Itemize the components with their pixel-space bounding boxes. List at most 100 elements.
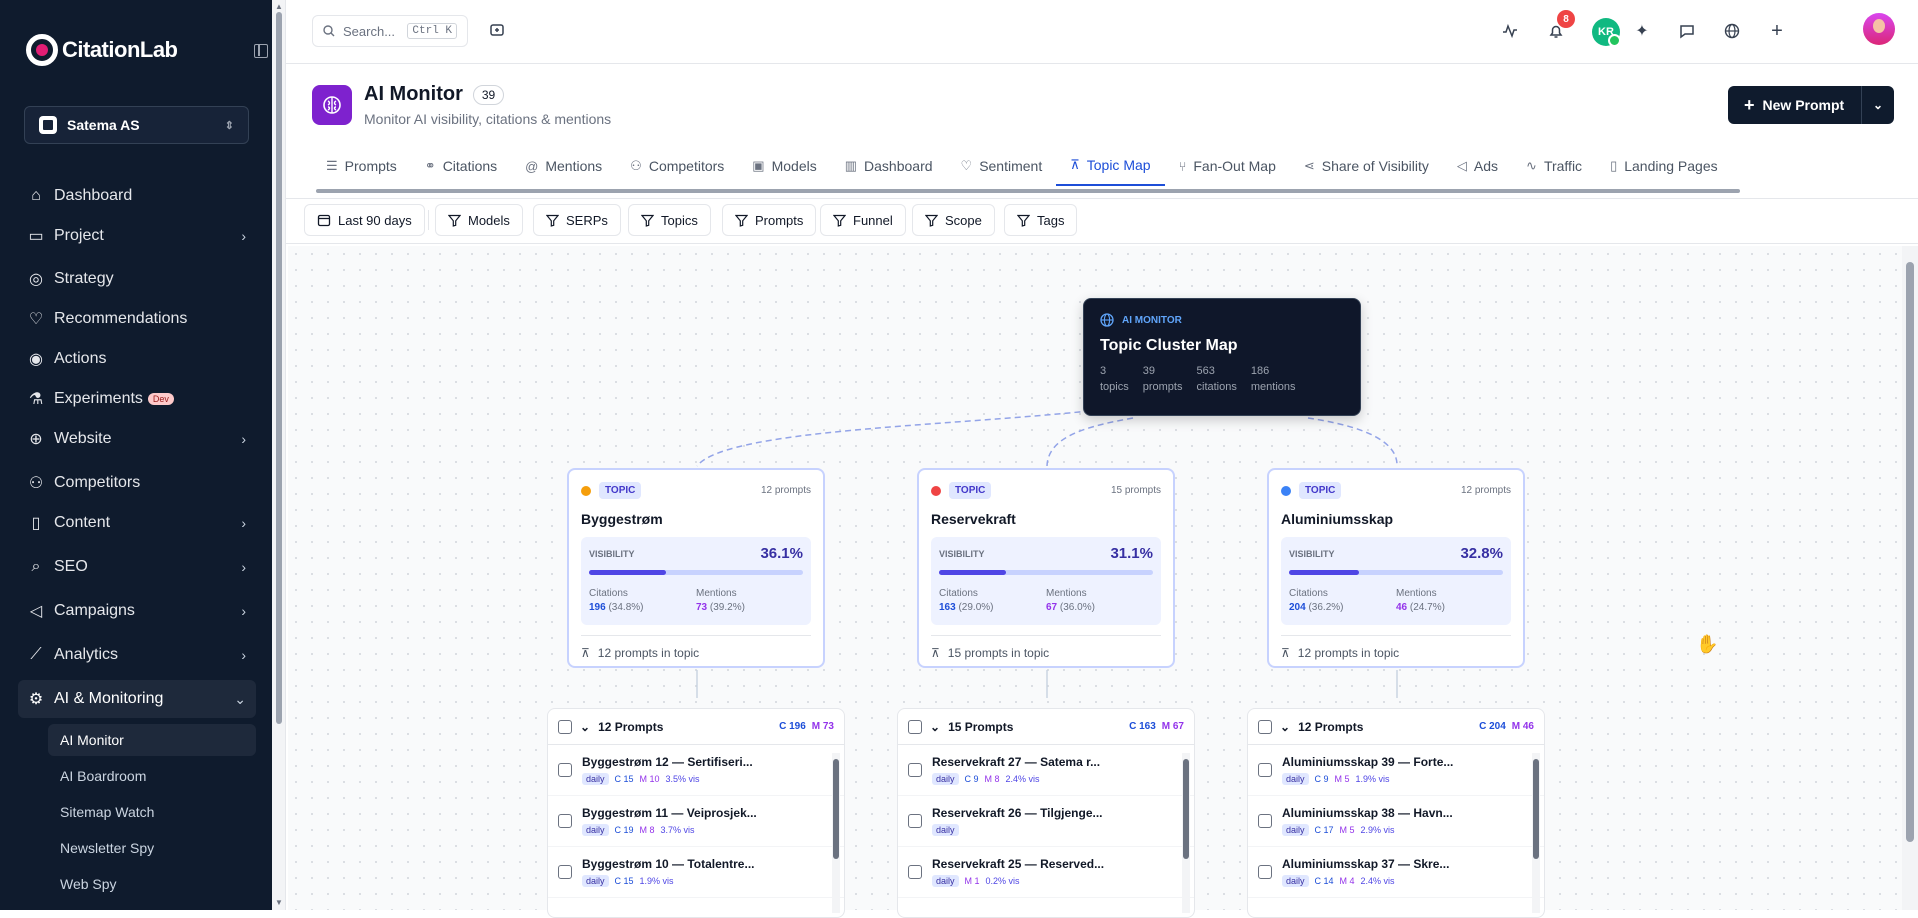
- prompt-list-scrollbar[interactable]: [1182, 753, 1190, 913]
- prompt-list-scrollbar[interactable]: [1532, 753, 1540, 913]
- scrollbar-thumb[interactable]: [1533, 759, 1539, 859]
- sidebar-subitem-web-spy[interactable]: Web Spy: [48, 868, 256, 900]
- prompt-item[interactable]: Reservekraft 25 — Reserved... daily M 1 0.2…: [898, 847, 1194, 898]
- chevron-down-icon[interactable]: ⌄: [580, 720, 590, 734]
- select-all-checkbox[interactable]: [908, 719, 922, 734]
- scrollbar-thumb[interactable]: [1183, 759, 1189, 859]
- sidebar-item-project[interactable]: ▭ Project ›: [18, 217, 256, 255]
- sidebar-item-content[interactable]: ▯ Content ›: [18, 504, 256, 542]
- globe-icon[interactable]: [1721, 20, 1743, 42]
- chevron-down-icon[interactable]: ⌄: [1862, 98, 1894, 112]
- scrollbar-thumb[interactable]: [833, 759, 839, 859]
- tab-landing-pages[interactable]: ▯ Landing Pages: [1596, 146, 1732, 186]
- tab-topic-map[interactable]: ⊼ Topic Map: [1056, 146, 1165, 186]
- plus-icon[interactable]: +: [1766, 20, 1788, 42]
- sidebar-item-strategy[interactable]: ◎ Strategy: [18, 260, 256, 298]
- filter-serps-button[interactable]: SERPs: [533, 204, 621, 236]
- prompt-checkbox[interactable]: [1258, 865, 1272, 879]
- new-prompt-button[interactable]: + New Prompt ⌄: [1728, 86, 1894, 124]
- sidebar-item-seo[interactable]: ⌕ SEO ›: [18, 548, 256, 586]
- topic-card[interactable]: TOPIC 15 prompts Reservekraft VISIBILITY…: [917, 468, 1175, 668]
- new-prompt-main[interactable]: + New Prompt: [1728, 86, 1862, 124]
- tab-sentiment[interactable]: ♡ Sentiment: [947, 146, 1057, 186]
- sidebar-item-dashboard[interactable]: ⌂ Dashboard: [18, 177, 256, 215]
- sidebar-subitem-ai-boardroom[interactable]: AI Boardroom: [48, 760, 256, 792]
- prompt-list-header[interactable]: ⌄ 12 Prompts C 196 M 73: [548, 709, 844, 745]
- scroll-up-icon[interactable]: ▲: [275, 2, 283, 11]
- prompt-list-header[interactable]: ⌄ 15 Prompts C 163 M 67: [898, 709, 1194, 745]
- sidebar-item-experiments[interactable]: ⚗ Experiments Dev: [18, 380, 256, 418]
- prompt-item[interactable]: Byggestrøm 12 — Sertifiseri... daily C 15 M…: [548, 745, 844, 796]
- user-avatar-kr[interactable]: KR: [1592, 18, 1621, 47]
- topic-card[interactable]: TOPIC 12 prompts Byggestrøm VISIBILITY 3…: [567, 468, 825, 668]
- date-range-button[interactable]: Last 90 days: [304, 204, 425, 236]
- scrollbar-thumb[interactable]: [1906, 262, 1914, 842]
- scrollbar-thumb[interactable]: [276, 12, 282, 724]
- org-switcher[interactable]: Satema AS ⇕: [24, 106, 249, 144]
- filter-tags-button[interactable]: Tags: [1004, 204, 1078, 236]
- prompt-item[interactable]: Reservekraft 26 — Tilgjenge... daily: [898, 796, 1194, 847]
- prompt-checkbox[interactable]: [558, 865, 572, 879]
- tab-dashboard[interactable]: ▥ Dashboard: [831, 146, 947, 186]
- tab-ads[interactable]: ◁ Ads: [1443, 146, 1512, 186]
- sparkles-icon[interactable]: ✦: [1631, 20, 1653, 42]
- prompt-item[interactable]: Reservekraft 27 — Satema r... daily C 9 M 8…: [898, 745, 1194, 796]
- sidebar-item-competitors[interactable]: ⚇ Competitors: [18, 464, 256, 502]
- sidebar-item-recommendations[interactable]: ♡ Recommendations: [18, 300, 256, 338]
- topic-card[interactable]: TOPIC 12 prompts Aluminiumsskap VISIBILI…: [1267, 468, 1525, 668]
- feedback-icon[interactable]: [486, 20, 508, 42]
- sidebar-item-actions[interactable]: ◉ Actions: [18, 340, 256, 378]
- scroll-down-icon[interactable]: ▼: [275, 898, 283, 907]
- sidebar-item-website[interactable]: ⊕ Website ›: [18, 420, 256, 458]
- prompt-item[interactable]: Byggestrøm 11 — Veiprosjek... daily C 19 M …: [548, 796, 844, 847]
- sidebar-subitem-newsletter-spy[interactable]: Newsletter Spy: [48, 832, 256, 864]
- filter-topics-button[interactable]: Topics: [628, 204, 711, 236]
- tab-citations[interactable]: ⚭ Citations: [411, 146, 511, 186]
- sidebar-subitem-ai-monitor[interactable]: AI Monitor: [48, 724, 256, 756]
- select-all-checkbox[interactable]: [1258, 719, 1272, 734]
- filter-models-button[interactable]: Models: [435, 204, 523, 236]
- tabs-scrollbar[interactable]: [312, 188, 1892, 194]
- search-input[interactable]: Search... Ctrl K: [312, 15, 468, 47]
- prompt-checkbox[interactable]: [558, 814, 572, 828]
- prompt-item[interactable]: Aluminiumsskap 37 — Skre... daily C 14 M 4 2…: [1248, 847, 1544, 898]
- prompt-item[interactable]: Aluminiumsskap 38 — Havn... daily C 17 M 5 2…: [1248, 796, 1544, 847]
- tab-models[interactable]: ▣ Models: [738, 146, 830, 186]
- user-avatar[interactable]: [1863, 13, 1895, 45]
- sidebar-subitem-sitemap-watch[interactable]: Sitemap Watch: [48, 796, 256, 828]
- prompt-checkbox[interactable]: [1258, 763, 1272, 777]
- prompt-checkbox[interactable]: [1258, 814, 1272, 828]
- tab-traffic[interactable]: ∿ Traffic: [1512, 146, 1596, 186]
- canvas-scrollbar[interactable]: [1902, 246, 1918, 910]
- prompt-checkbox[interactable]: [908, 865, 922, 879]
- tab-mentions[interactable]: @ Mentions: [511, 146, 616, 186]
- sidebar-item-analytics[interactable]: ⟋ Analytics ›: [18, 636, 256, 674]
- prompt-item[interactable]: Byggestrøm 10 — Totalentre... daily C 15 1.…: [548, 847, 844, 898]
- notifications-icon[interactable]: 8: [1545, 10, 1575, 42]
- chevron-down-icon[interactable]: ⌄: [930, 720, 940, 734]
- sidebar-item-campaigns[interactable]: ◁ Campaigns ›: [18, 592, 256, 630]
- prompt-list-scrollbar[interactable]: [832, 753, 840, 913]
- prompt-checkbox[interactable]: [558, 763, 572, 777]
- prompt-checkbox[interactable]: [908, 763, 922, 777]
- activity-icon[interactable]: [1499, 20, 1521, 42]
- tab-share-of-visibility[interactable]: ⋖ Share of Visibility: [1290, 146, 1443, 186]
- prompt-item[interactable]: Aluminiumsskap 39 — Forte... daily C 9 M 5 1…: [1248, 745, 1544, 796]
- app-logo[interactable]: CitationLab: [26, 34, 178, 66]
- sidebar-scrollbar[interactable]: ▲ ▼: [272, 0, 286, 910]
- collapse-sidebar-icon[interactable]: [254, 44, 268, 58]
- select-all-checkbox[interactable]: [558, 719, 572, 734]
- filter-scope-button[interactable]: Scope: [912, 204, 995, 236]
- sidebar-item-ai-monitoring[interactable]: ⚙ AI & Monitoring ⌄: [18, 680, 256, 718]
- chat-icon[interactable]: [1676, 20, 1698, 42]
- filter-prompts-button[interactable]: Prompts: [722, 204, 817, 236]
- tab-prompts[interactable]: ☰ Prompts: [312, 146, 411, 186]
- topic-cluster-root-node[interactable]: AI MONITOR Topic Cluster Map 3 topics 39 pr…: [1083, 298, 1361, 416]
- scrollbar-thumb[interactable]: [316, 189, 1740, 193]
- tab-competitors[interactable]: ⚇ Competitors: [616, 146, 738, 186]
- tab-fan-out-map[interactable]: ⑂ Fan-Out Map: [1165, 146, 1290, 186]
- chevron-down-icon[interactable]: ⌄: [1280, 720, 1290, 734]
- prompt-list-header[interactable]: ⌄ 12 Prompts C 204 M 46: [1248, 709, 1544, 745]
- filter-funnel-button[interactable]: Funnel: [820, 204, 906, 236]
- prompt-checkbox[interactable]: [908, 814, 922, 828]
